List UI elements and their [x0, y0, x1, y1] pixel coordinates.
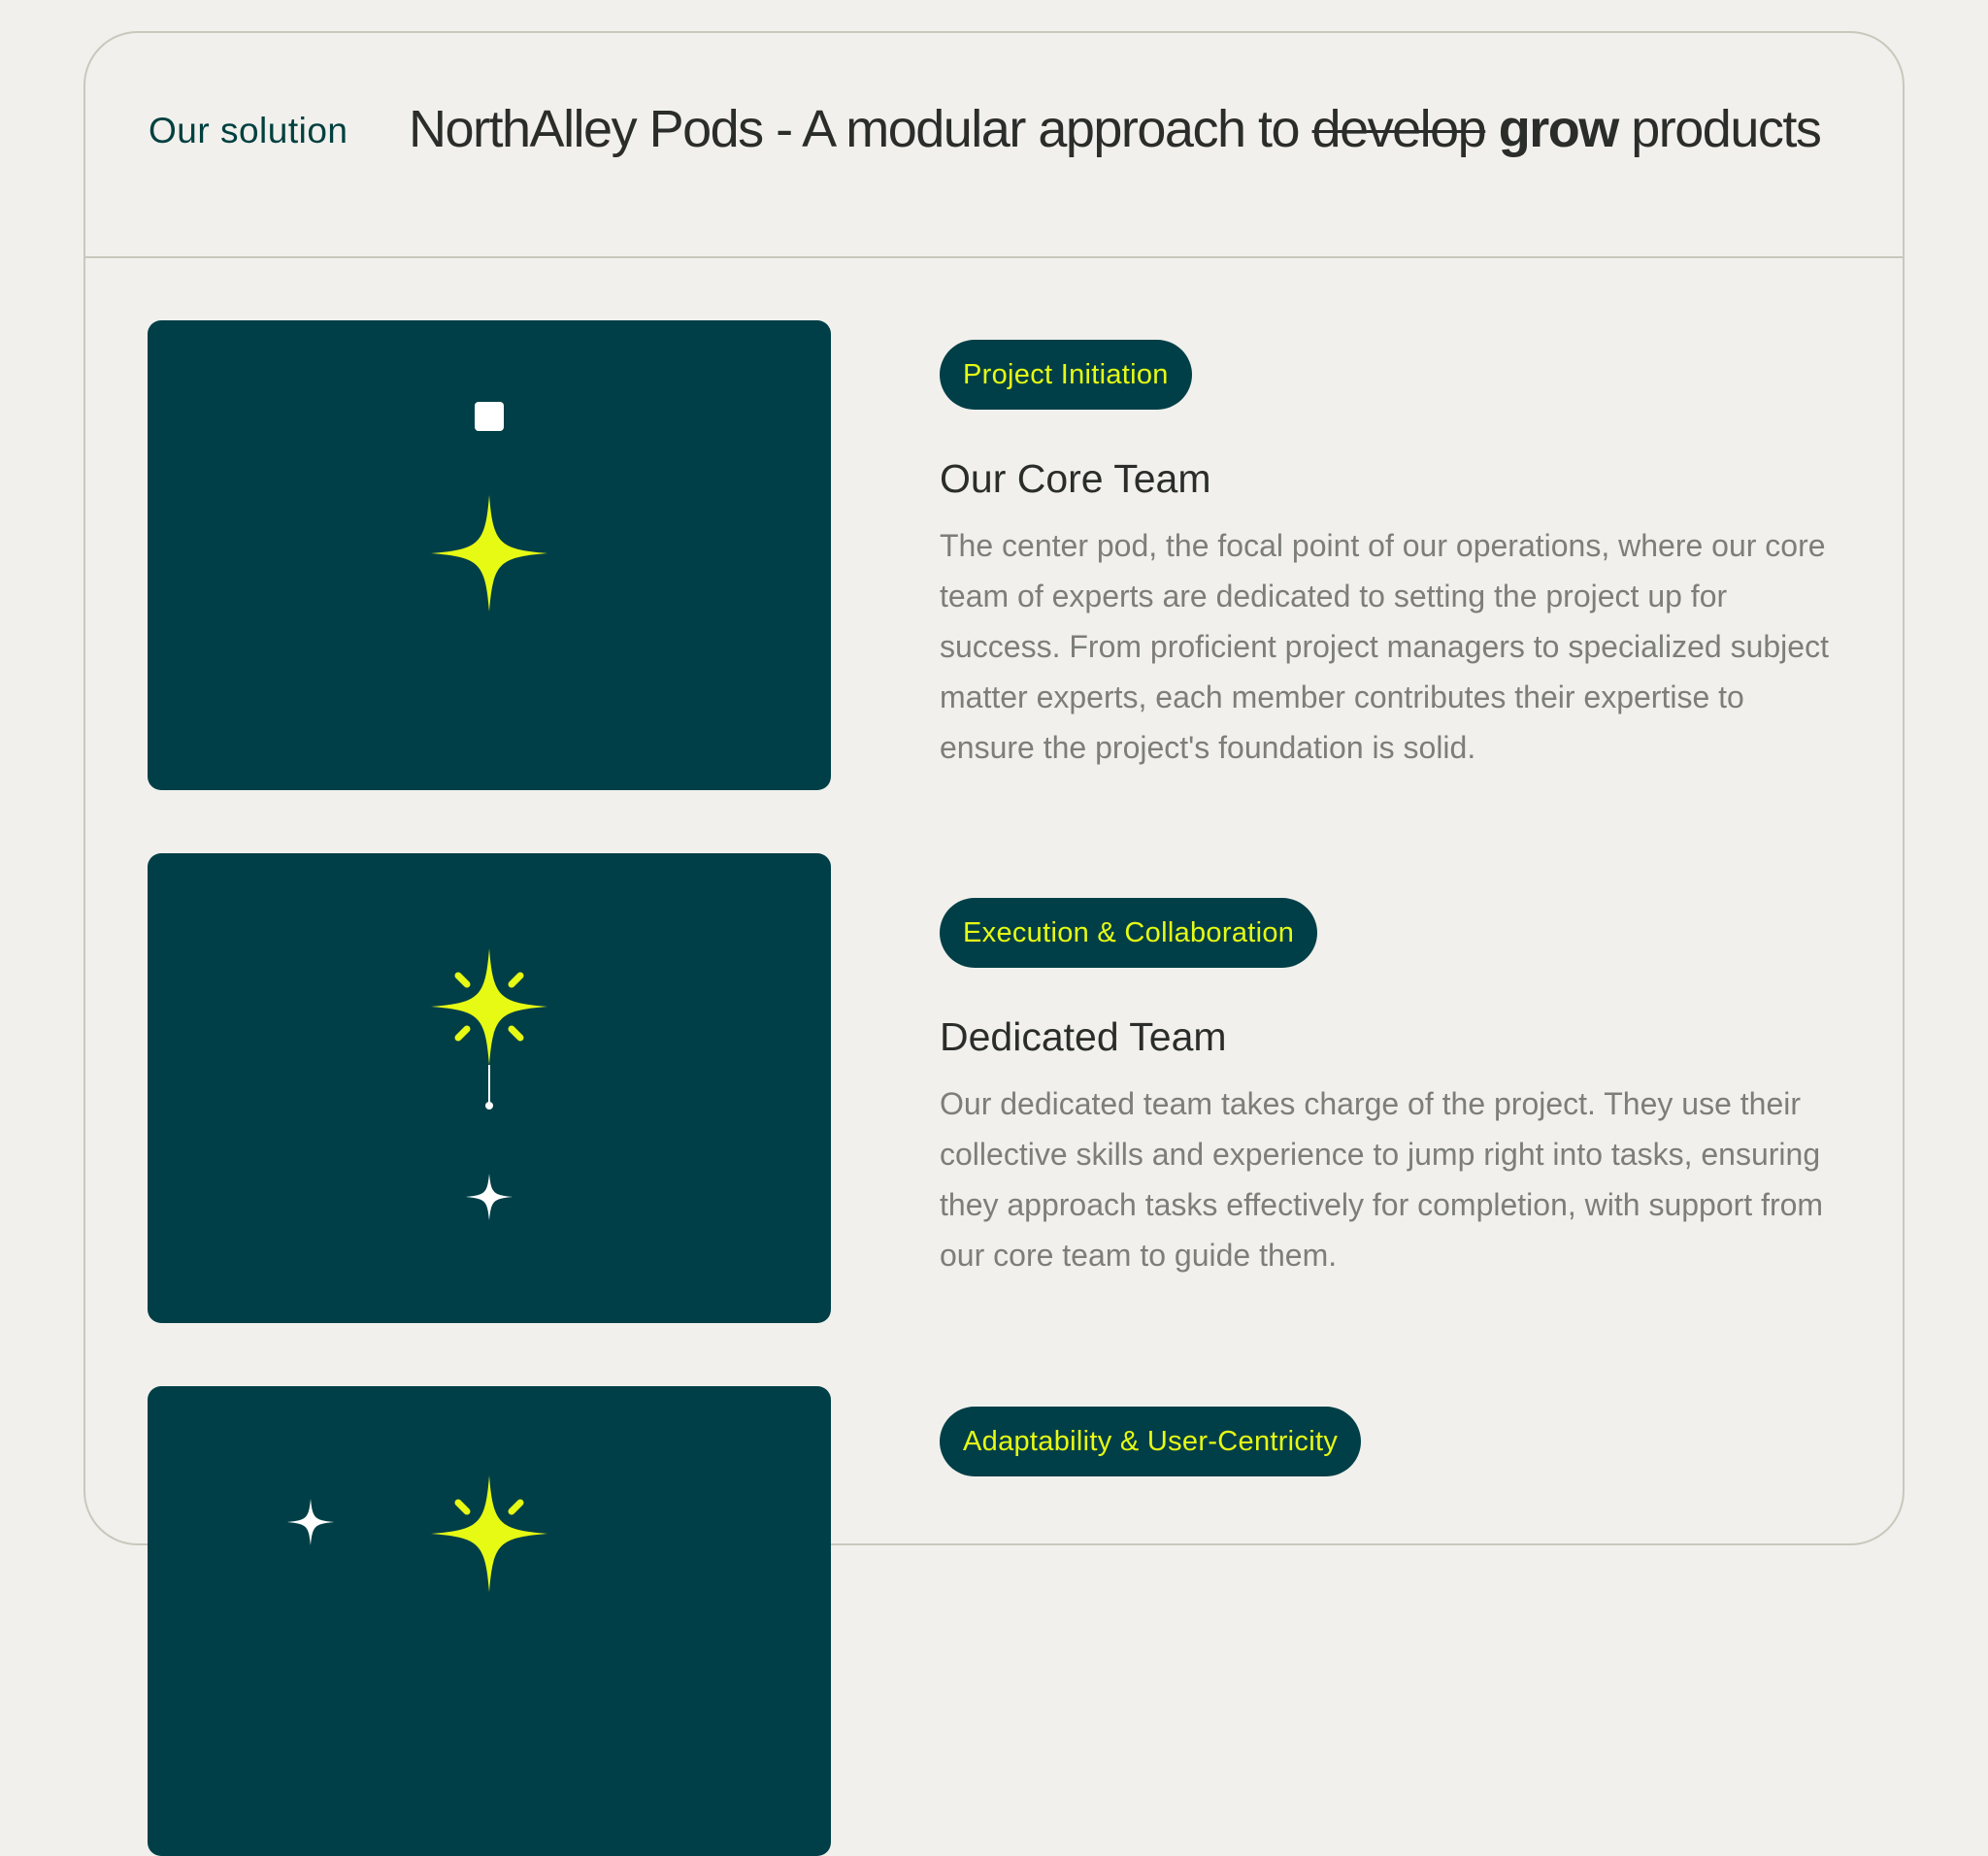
- headline-bold-word: grow: [1498, 100, 1620, 158]
- square-node-icon: [475, 402, 504, 431]
- dedicated-team-illustration: [148, 853, 831, 1323]
- solution-card: Our solution NorthAlley Pods - A modular…: [83, 31, 1905, 1856]
- pod-description-core-team: The center pod, the focal point of our o…: [940, 528, 1829, 765]
- adaptability-illustration: [148, 1386, 831, 1856]
- pod-description-dedicated-team: Our dedicated team takes charge of the p…: [940, 1086, 1824, 1273]
- headline-suffix: products: [1631, 100, 1822, 158]
- small-star-icon: [287, 1499, 334, 1545]
- section-eyebrow: Our solution: [149, 111, 348, 150]
- sparkle-star-icon: [431, 495, 547, 612]
- solution-header: Our solution NorthAlley Pods - A modular…: [85, 33, 1903, 258]
- core-team-illustration: [148, 320, 831, 790]
- radiant-star-icon: [431, 1475, 547, 1592]
- section-headline: NorthAlley Pods - A modular approach to …: [409, 99, 1822, 159]
- pod-title-core-team: Our Core Team: [940, 456, 1211, 501]
- pod-title-dedicated-team: Dedicated Team: [940, 1014, 1227, 1059]
- radiant-star-icon: [431, 948, 547, 1065]
- headline-prefix: NorthAlley Pods - A modular approach to: [409, 100, 1312, 158]
- badge-project-initiation: Project Initiation: [940, 340, 1192, 410]
- badge-execution-collaboration: Execution & Collaboration: [940, 898, 1318, 968]
- connector-dot: [485, 1102, 493, 1110]
- headline-struck-word: develop: [1311, 100, 1487, 158]
- small-star-icon: [466, 1174, 513, 1220]
- badge-adaptability-user-centricity: Adaptability & User-Centricity: [940, 1407, 1362, 1476]
